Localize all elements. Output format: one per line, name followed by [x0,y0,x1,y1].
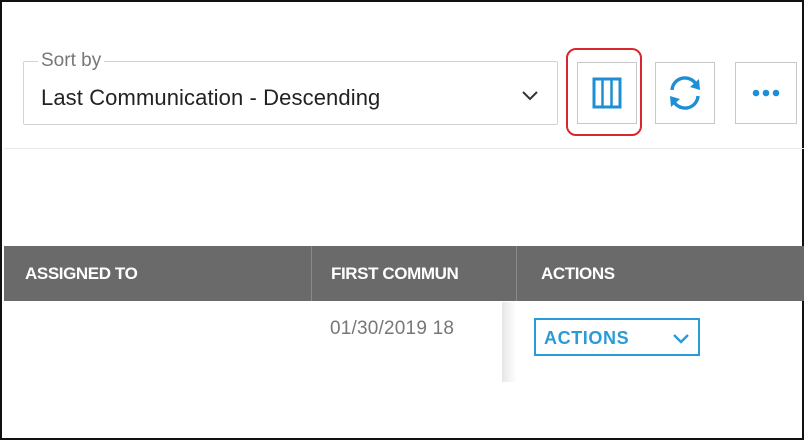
app-frame: Sort by Last Communication - Descending [0,0,804,440]
sort-by-label: Sort by [38,50,105,72]
first-communication-cell: 01/30/2019 18 [330,318,455,339]
column-header-assigned-to[interactable]: ASSIGNED TO [25,246,305,301]
sort-by-value: Last Communication - Descending [41,85,381,110]
table-header: ASSIGNED TO FIRST COMMUN ACTIONS [4,246,804,301]
chevron-down-icon [522,91,538,101]
row-actions-button[interactable]: ACTIONS [534,318,700,356]
column-settings-button[interactable] [577,62,637,124]
chevron-down-icon [673,334,689,344]
column-header-actions: ACTIONS [541,264,615,283]
row-actions-label: ACTIONS [544,328,630,348]
frozen-column-shadow [502,302,516,382]
refresh-icon [670,76,700,110]
column-divider [516,246,517,301]
refresh-button[interactable] [655,62,715,124]
sort-by-dropdown[interactable]: Sort by Last Communication - Descending [23,50,558,125]
toolbar-divider [4,148,804,149]
column-header-first-communication[interactable]: FIRST COMMUN [331,246,503,301]
more-horizontal-icon [752,89,780,97]
column-divider [311,246,312,301]
columns-icon [592,77,622,109]
more-options-button[interactable] [735,62,797,124]
